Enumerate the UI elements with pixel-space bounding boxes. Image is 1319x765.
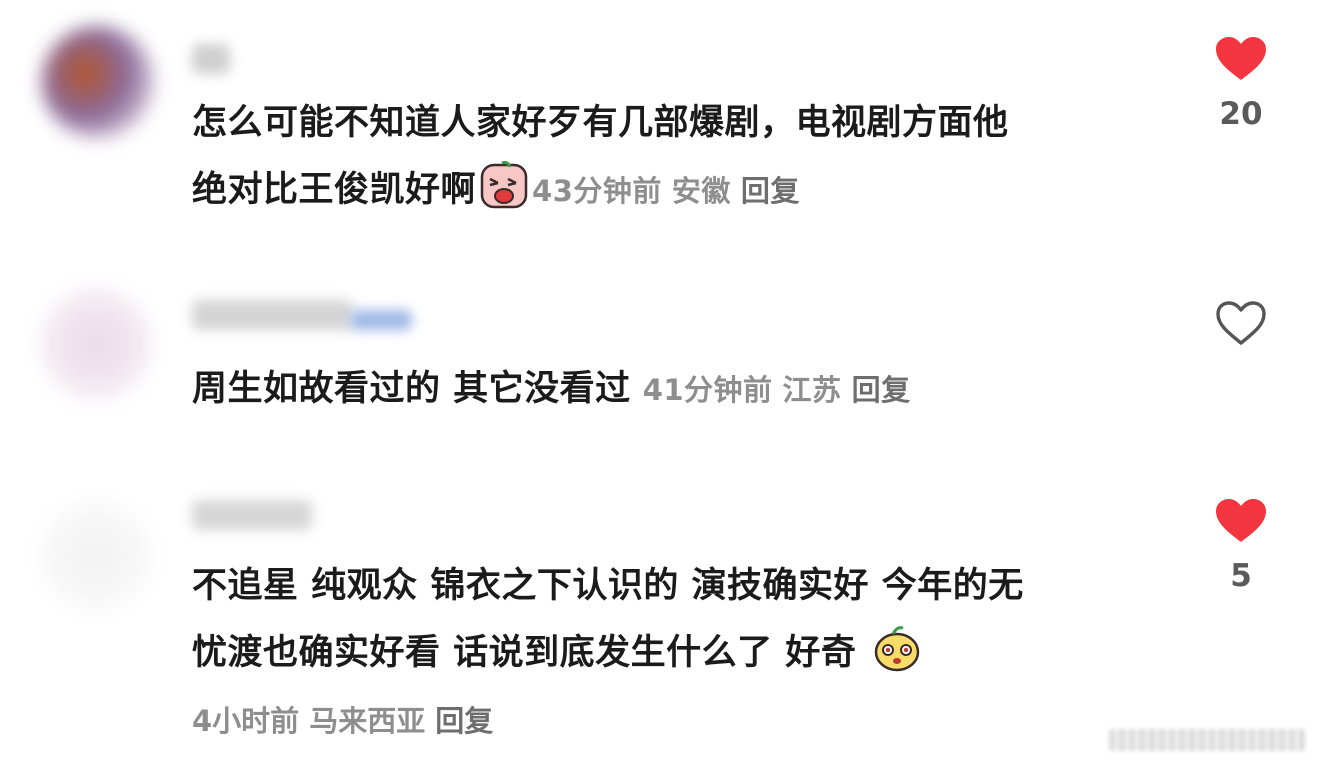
avatar[interactable] xyxy=(40,500,152,612)
like-count: 5 xyxy=(1230,558,1252,594)
username-blurred[interactable] xyxy=(192,44,230,74)
like-button[interactable]: 20 xyxy=(1191,36,1291,132)
comment-location: 马来西亚 xyxy=(309,704,426,738)
curious-face-emoji-icon xyxy=(874,626,920,672)
heart-filled-icon xyxy=(1216,499,1266,542)
comment-text: 怎么可能不知道人家好歹有几部爆剧，电视剧方面他 绝对比王俊凯好啊 43分钟前 安徽… xyxy=(192,90,1009,225)
comment-meta: 43分钟前 安徽 回复 xyxy=(532,174,800,208)
comment-time: 43分钟前 xyxy=(532,174,662,208)
reply-button[interactable]: 回复 xyxy=(741,174,800,208)
comment-text-line: 周生如故看过的 其它没看过 xyxy=(192,369,631,409)
like-count: 20 xyxy=(1219,96,1263,132)
comment-location: 安徽 xyxy=(671,174,731,208)
reply-button[interactable]: 回复 xyxy=(852,373,911,407)
avatar[interactable] xyxy=(42,26,154,138)
watermark-blurred xyxy=(1109,729,1305,751)
username-blurred[interactable] xyxy=(192,300,352,330)
heart-filled-icon xyxy=(1216,37,1266,80)
comment-text: 周生如故看过的 其它没看过 41分钟前 江苏 回复 xyxy=(192,356,911,424)
user-badge-blurred xyxy=(350,310,412,330)
username-blurred[interactable] xyxy=(192,500,312,530)
comment-time: 4小时前 xyxy=(192,704,300,738)
heart-outline-icon xyxy=(1216,301,1266,345)
comment-text-line: 怎么可能不知道人家好歹有几部爆剧，电视剧方面他 xyxy=(192,103,1009,143)
like-button[interactable] xyxy=(1191,300,1291,360)
comment-text-line-end: 忧渡也确实好看 话说到底发生什么了 好奇 xyxy=(192,633,857,673)
avatar[interactable] xyxy=(40,288,152,400)
comment-text: 不追星 纯观众 锦衣之下认识的 演技确实好 今年的无 忧渡也确实好看 话说到底发… xyxy=(192,553,1024,687)
comment-meta: 41分钟前 江苏 回复 xyxy=(643,373,911,407)
crying-face-emoji-icon xyxy=(480,161,528,209)
comment-time: 41分钟前 xyxy=(642,373,773,407)
comment-location: 江苏 xyxy=(782,373,842,407)
reply-button[interactable]: 回复 xyxy=(435,704,493,738)
comment-text-line-end: 绝对比王俊凯好啊 xyxy=(192,170,477,210)
like-button[interactable]: 5 xyxy=(1191,498,1291,594)
comment-text-line: 绝对比王俊凯好啊 43分钟前 安徽 回复 xyxy=(192,157,1009,225)
comment-meta: 4小时前 马来西亚 回复 xyxy=(192,698,503,740)
comment-text-line: 忧渡也确实好看 话说到底发生什么了 好奇 xyxy=(192,620,1024,687)
comment-text-line: 不追星 纯观众 锦衣之下认识的 演技确实好 今年的无 xyxy=(192,566,1024,606)
